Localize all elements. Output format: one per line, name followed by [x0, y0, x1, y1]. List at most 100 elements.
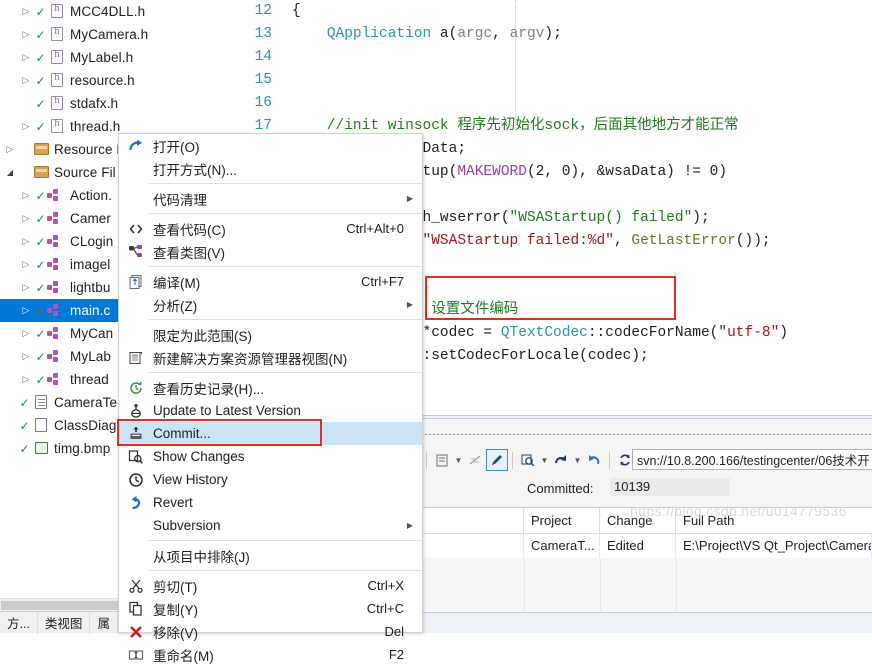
menu-item-t[interactable]: 剪切(T)Ctrl+X [119, 574, 422, 597]
bottom-tab-2[interactable]: 属 [90, 612, 118, 634]
tree-item-label: Source Fil [54, 165, 116, 180]
tree-item-mycamera-h[interactable]: ▷✓MyCamera.h [0, 23, 230, 46]
menu-item-label: Show Changes [153, 449, 422, 464]
menu-item-s[interactable]: 限定为此范围(S) [119, 323, 422, 346]
tree-expander-2[interactable]: ▷ [18, 53, 34, 62]
code-text: { [292, 0, 301, 23]
tree-item-resource-h[interactable]: ▷✓resource.h [0, 69, 230, 92]
menu-item-view-history[interactable]: View History [119, 468, 422, 491]
tree-expander-15[interactable]: ▷ [18, 352, 34, 361]
menu-separator [149, 213, 422, 214]
context-menu[interactable]: 打开(O)打开方式(N)... 代码清理▶ 查看代码(C)Ctrl+Alt+0查看类… [118, 133, 423, 633]
redo-arrow-icon[interactable] [550, 449, 572, 471]
tree-expander-16[interactable]: ▷ [18, 375, 34, 384]
code-line-13: 13 QApplication a(argc, argv); [230, 23, 872, 46]
source-control-check-icon: ✓ [18, 396, 31, 410]
toolbar-separator [609, 452, 610, 469]
menu-item-label: 从项目中排除(J) [153, 546, 422, 566]
tree-expander-10[interactable]: ▷ [18, 237, 34, 246]
tree-expander-1[interactable]: ▷ [18, 30, 34, 39]
menu-item-m[interactable]: 编译(M)Ctrl+F7 [119, 270, 422, 293]
menu-item-label: Revert [153, 495, 422, 510]
submenu-arrow-icon: ▶ [407, 300, 413, 309]
menu-item-y[interactable]: 复制(Y)Ctrl+C [119, 597, 422, 620]
repository-url-field[interactable]: svn://10.8.200.166/testingcenter/06技术开 [632, 449, 872, 470]
bottom-tab-1[interactable]: 类视图 [38, 612, 91, 634]
tree-item-mcc4dll-h[interactable]: ▷✓MCC4DLL.h [0, 0, 230, 23]
tree-expander-6[interactable]: ▷ [2, 145, 18, 154]
committed-label: Committed: [527, 481, 593, 496]
inspect-changes-icon[interactable] [517, 449, 539, 471]
menu-item-revert[interactable]: Revert [119, 491, 422, 514]
list-view-icon[interactable] [431, 449, 453, 471]
tree-item-label: imagel [70, 257, 110, 272]
menu-item-m[interactable]: 重命名(M)F2 [119, 643, 422, 666]
header-file-icon [47, 50, 67, 66]
menu-separator [149, 570, 422, 571]
grid-cell[interactable]: Edited [600, 534, 676, 558]
tree-expander-14[interactable]: ▷ [18, 329, 34, 338]
menu-item-show-changes[interactable]: Show Changes [119, 445, 422, 468]
menu-item-h[interactable]: 查看历史记录(H)... [119, 376, 422, 399]
tree-item-label: Camer [70, 211, 111, 226]
dropdown-caret-icon[interactable]: ▼ [539, 456, 550, 465]
grid-cell[interactable]: CameraT... [524, 534, 600, 558]
grid-cell[interactable]: E:\Project\VS Qt_Project\CameraT [676, 534, 872, 558]
menu-item-o[interactable]: 打开(O) [119, 134, 422, 157]
history-green-icon [119, 376, 153, 399]
tree-expander-3[interactable]: ▷ [18, 76, 34, 85]
tree-item-label: thread [70, 372, 109, 387]
menu-item-shortcut: Del [384, 624, 404, 639]
changes-grid[interactable]: ProjectChangeFull Path CameraT...EditedE… [420, 507, 872, 633]
header-file-icon [47, 73, 67, 89]
classdiagram-icon [31, 418, 51, 434]
tree-item-label: MyCamera.h [70, 27, 148, 42]
doc-file-icon [31, 395, 51, 411]
tree-expander-7[interactable]: ◢ [2, 169, 18, 177]
tree-expander-11[interactable]: ▷ [18, 260, 34, 269]
edit-pencil-icon[interactable] [486, 449, 508, 471]
tree-expander-5[interactable]: ▷ [18, 122, 34, 131]
tree-expander-12[interactable]: ▷ [18, 283, 34, 292]
menu-item-label: 查看历史记录(H)... [153, 378, 422, 398]
table-row[interactable]: CameraT...EditedE:\Project\VS Qt_Project… [420, 534, 872, 558]
menu-item-commit[interactable]: Commit... [119, 422, 422, 445]
menu-item-v[interactable]: 查看类图(V) [119, 240, 422, 263]
panel-splitter[interactable] [420, 415, 872, 419]
tree-item-label: MyLab [70, 349, 111, 364]
pending-changes-panel[interactable]: ▼ ▼ ▼ svn://10.8.200.166/testingcenter/06技… [420, 415, 872, 633]
tree-expander-0[interactable]: ▷ [18, 7, 34, 16]
panel-drag-grip[interactable] [420, 433, 872, 439]
menu-item-n[interactable]: 打开方式(N)... [119, 157, 422, 180]
menu-item-z[interactable]: 分析(Z)▶ [119, 293, 422, 316]
copy-icon [119, 597, 153, 620]
tree-expander-8[interactable]: ▷ [18, 191, 34, 200]
tree-item-label: ClassDiag [54, 418, 116, 433]
menu-item-subversion[interactable]: Subversion▶ [119, 514, 422, 537]
dropdown-caret-icon[interactable]: ▼ [572, 456, 583, 465]
grid-cell[interactable] [420, 534, 524, 558]
repository-url-text: svn://10.8.200.166/testingcenter/06技术开 [637, 450, 870, 469]
dropdown-caret-icon[interactable]: ▼ [453, 456, 464, 465]
tree-item-label: lightbu [70, 280, 110, 295]
menu-item-j[interactable]: 从项目中排除(J) [119, 544, 422, 567]
cpp-file-icon [47, 349, 67, 365]
menu-item-v[interactable]: 移除(V)Del [119, 620, 422, 643]
tree-item-mylabel-h[interactable]: ▷✓MyLabel.h [0, 46, 230, 69]
committed-status-row: Committed: 10139 [420, 475, 872, 501]
class-diagram-icon [119, 240, 153, 263]
menu-item-c[interactable]: 查看代码(C)Ctrl+Alt+0 [119, 217, 422, 240]
view-history-icon [119, 468, 153, 491]
tree-item-label: MCC4DLL.h [70, 4, 145, 19]
menu-item-[interactable]: 代码清理▶ [119, 187, 422, 210]
menu-item-update-to-latest-version[interactable]: Update to Latest Version [119, 399, 422, 422]
source-control-check-icon: ✓ [34, 327, 47, 341]
menu-item-n[interactable]: 新建解决方案资源管理器视图(N) [119, 346, 422, 369]
tree-expander-9[interactable]: ▷ [18, 214, 34, 223]
bottom-tab-0[interactable]: 方... [0, 612, 38, 634]
strike-compare-icon[interactable] [464, 449, 486, 471]
no-icon [119, 157, 153, 180]
tree-expander-13[interactable]: ▷ [18, 306, 34, 315]
revert-arrow-icon[interactable] [583, 449, 605, 471]
tree-item-stdafx-h[interactable]: ✓stdafx.h [0, 92, 230, 115]
